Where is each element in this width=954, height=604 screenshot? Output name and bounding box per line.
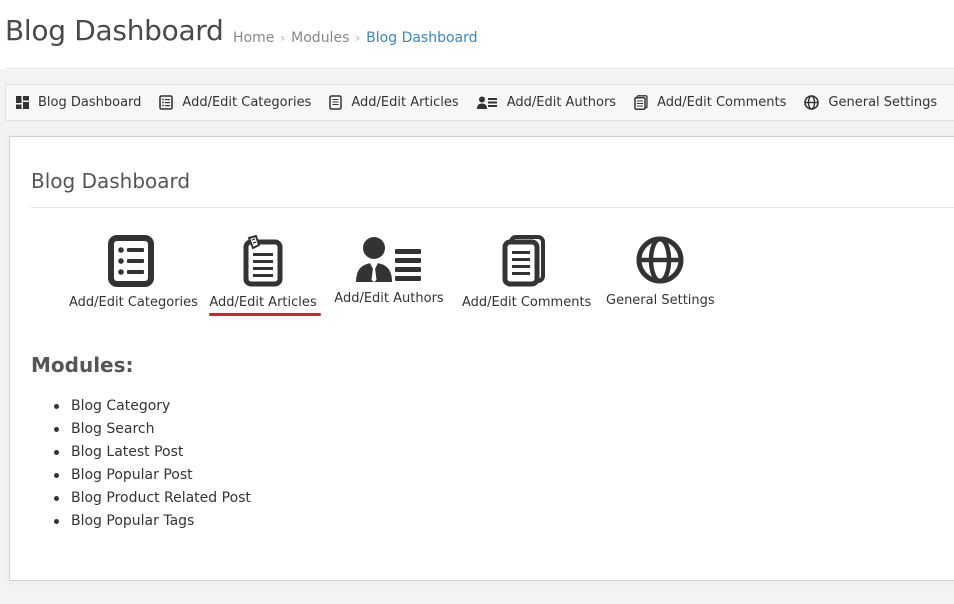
tile-add-edit-categories[interactable]: Add/Edit Categories [69, 235, 198, 310]
panel-title: Blog Dashboard [31, 169, 191, 193]
toolbar-label: General Settings [828, 95, 938, 110]
tile-label: Add/Edit Comments [462, 295, 592, 310]
tile-add-edit-authors[interactable]: Add/Edit Authors [334, 235, 444, 306]
breadcrumb-modules[interactable]: Modules [291, 30, 349, 46]
dashboard-panel: Blog Dashboard Add/Edit Categories Add/E… [9, 136, 954, 581]
toolbar-label: Add/Edit Articles [351, 95, 459, 110]
tile-label: Add/Edit Articles [209, 295, 317, 310]
breadcrumb-separator: › [280, 31, 286, 45]
list-icon [159, 95, 174, 110]
list-icon [108, 235, 154, 287]
module-item-blog-popular-tags[interactable]: Blog Popular Tags [52, 510, 251, 533]
module-item-blog-product-related-post[interactable]: Blog Product Related Post [52, 487, 251, 510]
toolbar: Blog Dashboard Add/Edit Categories Add/E… [5, 84, 954, 121]
breadcrumb-separator: › [355, 31, 361, 45]
toolbar-label: Add/Edit Categories [182, 95, 312, 110]
toolbar-blog-dashboard[interactable]: Blog Dashboard [16, 95, 141, 110]
toolbar-add-edit-categories[interactable]: Add/Edit Categories [159, 95, 311, 110]
page-title: Blog Dashboard [5, 14, 224, 47]
tile-label: General Settings [606, 293, 715, 308]
annotation-underline [209, 313, 321, 316]
author-icon [356, 237, 421, 282]
module-item-blog-popular-post[interactable]: Blog Popular Post [52, 464, 251, 487]
tile-label: Add/Edit Authors [334, 291, 444, 306]
breadcrumb-current[interactable]: Blog Dashboard [366, 30, 477, 46]
dashboard-icon [16, 96, 29, 109]
panel-divider [31, 207, 954, 208]
tile-add-edit-articles[interactable]: Add/Edit Articles [207, 235, 319, 310]
document-icon [329, 95, 343, 110]
toolbar-add-edit-authors[interactable]: Add/Edit Authors [476, 95, 617, 110]
comments-icon [502, 235, 545, 287]
toolbar-label: Add/Edit Comments [657, 95, 787, 110]
tile-add-edit-comments[interactable]: Add/Edit Comments [462, 235, 592, 310]
module-item-blog-search[interactable]: Blog Search [52, 418, 251, 441]
toolbar-add-edit-comments[interactable]: Add/Edit Comments [634, 95, 786, 110]
toolbar-label: Blog Dashboard [38, 95, 142, 110]
breadcrumb: Home › Modules › Blog Dashboard [233, 30, 478, 46]
header-divider [5, 68, 954, 69]
module-item-blog-latest-post[interactable]: Blog Latest Post [52, 441, 251, 464]
breadcrumb-home[interactable]: Home [233, 30, 274, 46]
modules-title: Modules: [31, 353, 134, 377]
modules-list: Blog Category Blog Search Blog Latest Po… [52, 395, 251, 533]
page-header: Blog Dashboard Home › Modules › Blog Das… [0, 0, 954, 70]
globe-icon [804, 95, 820, 110]
tile-label: Add/Edit Categories [69, 295, 198, 310]
toolbar-add-edit-articles[interactable]: Add/Edit Articles [329, 95, 459, 110]
toolbar-general-settings[interactable]: General Settings [804, 95, 937, 110]
tile-general-settings[interactable]: General Settings [606, 235, 715, 308]
document-icon [243, 235, 283, 287]
module-item-blog-category[interactable]: Blog Category [52, 395, 251, 418]
comments-icon [634, 95, 648, 110]
author-icon [476, 96, 497, 109]
toolbar-label: Add/Edit Authors [506, 95, 617, 110]
globe-icon [636, 236, 684, 284]
